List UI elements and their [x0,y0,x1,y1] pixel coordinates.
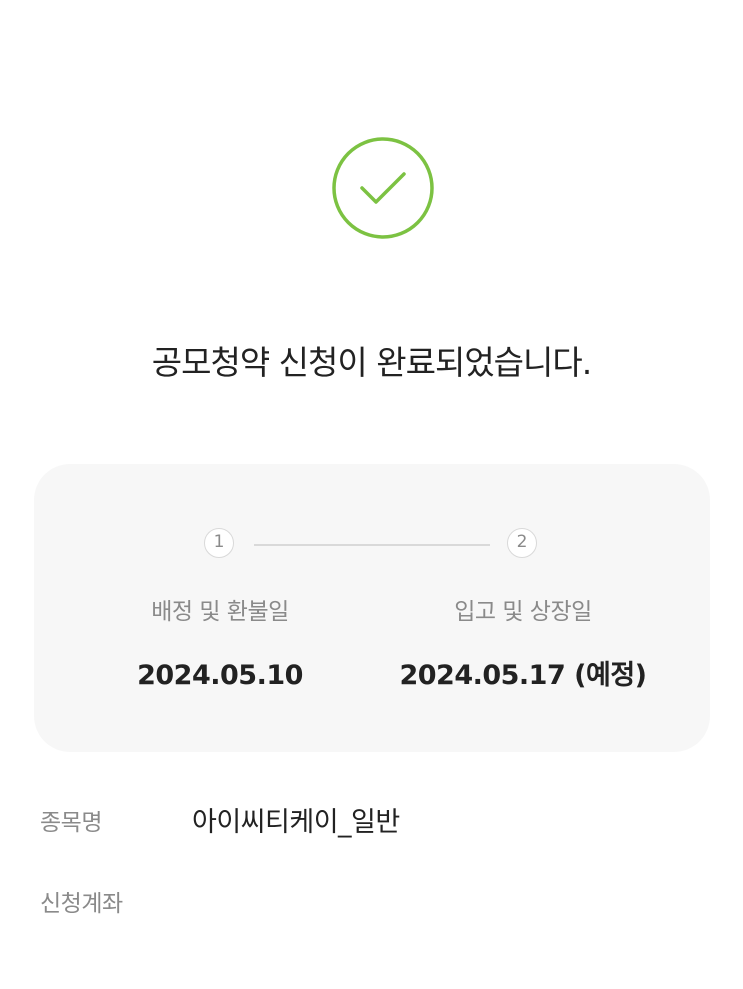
schedule-card: 1 배정 및 환불일 2024.05.10 2 입고 및 상장일 2024.05… [34,464,710,752]
step-date: 2024.05.17 (예정) [399,660,647,691]
account-label: 신청계좌 [40,891,123,917]
account-row: 신청계좌 [40,880,700,928]
step-number-badge: 2 [507,528,537,558]
stock-name-row: 종목명 아이씨티케이_일반 [40,799,700,847]
stock-name-value: 아이씨티케이_일반 [192,807,400,838]
stock-name-label: 종목명 [40,810,102,836]
step-label: 배정 및 환불일 [151,599,289,625]
completion-title: 공모청약 신청이 완료되었습니다. [151,343,593,382]
check-circle-icon [331,136,435,240]
step-connector [254,544,490,546]
step-label: 입고 및 상장일 [454,599,592,625]
step-number-badge: 1 [204,528,234,558]
step-date: 2024.05.10 [137,660,303,691]
